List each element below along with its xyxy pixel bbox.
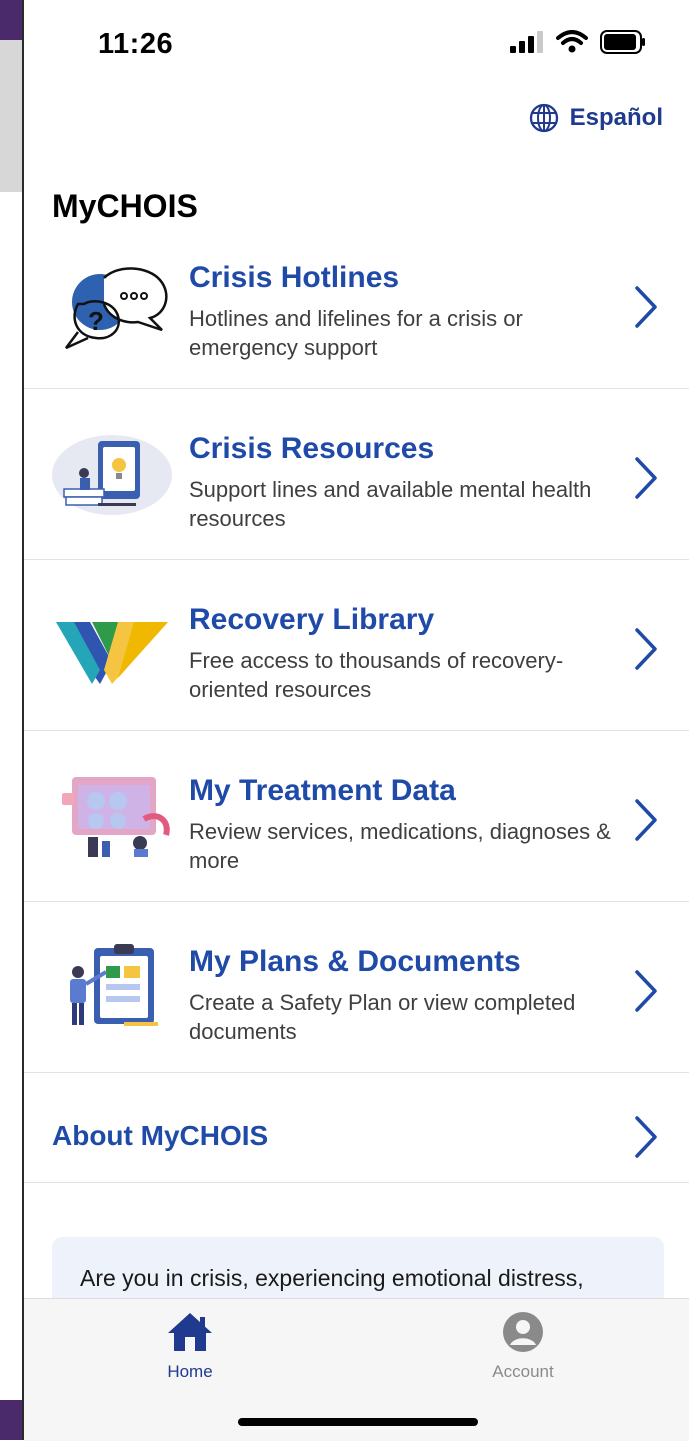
menu-item-my-plans-documents[interactable]: My Plans & Documents Create a Safety Pla… <box>24 902 689 1073</box>
main-menu: ? Crisis Hotlines Hotlines and lifelines… <box>24 218 689 1073</box>
menu-item-crisis-hotlines[interactable]: ? Crisis Hotlines Hotlines and lifelines… <box>24 218 689 389</box>
menu-item-title: My Treatment Data <box>189 774 456 807</box>
edge-gray-panel <box>0 40 22 192</box>
wifi-icon <box>556 30 588 53</box>
chevron-right-icon <box>635 1116 657 1158</box>
menu-item-title: Recovery Library <box>189 603 435 636</box>
about-mychois-link[interactable]: About MyCHOIS <box>24 1074 689 1183</box>
menu-item-desc: Support lines and available mental healt… <box>189 477 592 531</box>
home-indicator[interactable] <box>238 1418 478 1426</box>
resources-illustration-icon <box>52 435 172 515</box>
chevron-right-icon <box>635 799 657 841</box>
menu-item-desc: Hotlines and lifelines for a crisis or e… <box>189 306 523 360</box>
chevron-right-icon <box>635 457 657 499</box>
menu-item-my-treatment-data[interactable]: My Treatment Data Review services, medic… <box>24 731 689 902</box>
account-icon <box>503 1312 543 1352</box>
menu-item-title: Crisis Hotlines <box>189 261 400 294</box>
tab-home-label: Home <box>167 1362 213 1381</box>
app-screen: 11:26 Español MyCHOIS ? Crisis Hotlines … <box>24 0 689 1441</box>
status-time: 11:26 <box>98 28 174 60</box>
edge-purple-top <box>0 0 22 40</box>
about-label: About MyCHOIS <box>52 1120 269 1151</box>
language-label: Español <box>569 104 663 131</box>
battery-icon <box>600 30 645 54</box>
language-toggle[interactable]: Español <box>528 102 663 134</box>
menu-item-desc: Review services, medications, diagnoses … <box>189 819 611 873</box>
chevron-right-icon <box>635 970 657 1012</box>
signal-icon <box>510 31 543 53</box>
menu-item-recovery-library[interactable]: Recovery Library Free access to thousand… <box>24 560 689 731</box>
menu-item-crisis-resources[interactable]: Crisis Resources Support lines and avail… <box>24 389 689 560</box>
clipboard-illustration-icon <box>70 944 158 1026</box>
triangle-logo-icon <box>56 622 168 684</box>
menu-item-title: My Plans & Documents <box>189 945 521 978</box>
status-icons <box>510 30 646 54</box>
chat-bubbles-icon: ? <box>65 267 168 350</box>
treatment-data-illustration-icon <box>62 777 170 857</box>
chevron-right-icon <box>635 286 657 328</box>
menu-item-desc: Create a Safety Plan or view completed d… <box>189 990 576 1044</box>
menu-item-title: Crisis Resources <box>189 432 435 465</box>
globe-icon <box>529 103 558 133</box>
home-icon <box>168 1313 212 1351</box>
edge-purple-bottom <box>0 1400 22 1440</box>
svg-text:?: ? <box>88 306 104 336</box>
menu-item-desc: Free access to thousands of recovery-ori… <box>189 648 564 702</box>
tab-home[interactable]: Home <box>130 1311 250 1382</box>
tab-account-label: Account <box>492 1362 554 1381</box>
background-app-edge <box>0 0 24 1440</box>
chevron-right-icon <box>635 628 657 670</box>
tab-account[interactable]: Account <box>463 1311 583 1382</box>
crisis-card-text: Are you in crisis, experiencing emotiona… <box>80 1265 584 1291</box>
